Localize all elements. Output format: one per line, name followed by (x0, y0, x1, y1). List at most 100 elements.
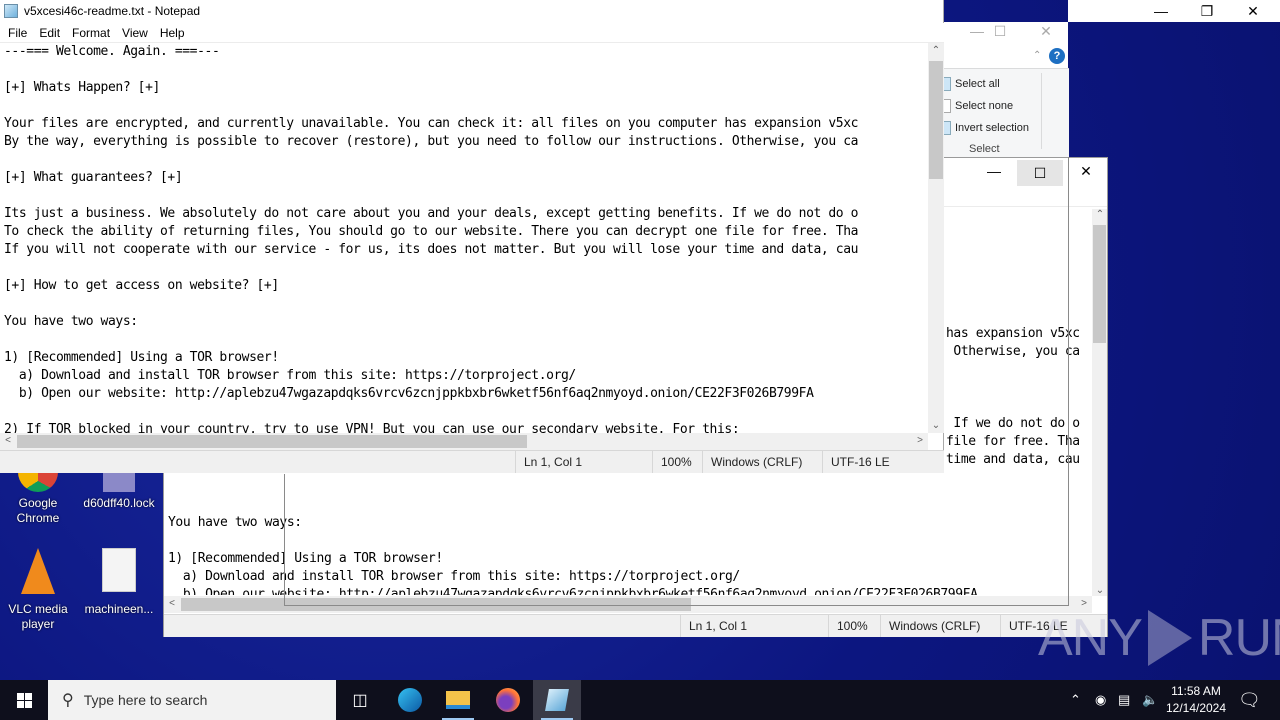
taskbar-notepad[interactable] (533, 680, 581, 720)
horizontal-scrollbar[interactable]: < > (164, 596, 1092, 613)
text-line: a) Download and install TOR browser from… (4, 368, 576, 383)
horizontal-scrollbar[interactable]: < > (0, 433, 928, 450)
scrollbar-thumb[interactable] (929, 61, 943, 179)
desktop-icon-lock-file[interactable]: d60dff40.lock (74, 470, 164, 511)
text-line: [+] Whats Happen? [+] (4, 80, 160, 95)
label: Invert selection (955, 122, 1029, 134)
text-line: By the way, everything is possible to re… (4, 134, 859, 149)
notepad-icon (545, 689, 569, 711)
invert-selection-icon (943, 121, 951, 135)
encoding: UTF-16 LE (822, 451, 944, 473)
scroll-down-icon[interactable]: ⌄ (1092, 585, 1108, 596)
desktop-icon-machine-file[interactable]: machineen... (74, 548, 164, 617)
desktop-icon-chrome[interactable]: Google Chrome (0, 470, 76, 526)
folder-icon (446, 691, 470, 709)
scrollbar-thumb[interactable] (17, 435, 527, 448)
desktop-icon-vlc[interactable]: VLC media player (0, 548, 76, 632)
maximize-button[interactable]: ☐ (977, 20, 1023, 42)
taskbar-file-explorer[interactable] (434, 680, 482, 720)
line-ending: Windows (CRLF) (880, 615, 1000, 637)
select-all-icon (943, 77, 951, 91)
tray-volume[interactable]: 🔈 (1142, 680, 1158, 720)
chrome-icon (18, 470, 58, 492)
title-bar[interactable]: v5xcesi46c-readme.txt - Notepad (0, 0, 944, 22)
task-view-button[interactable]: ◫ (336, 680, 384, 720)
clock[interactable]: 11:58 AM 12/14/2024 (1160, 683, 1232, 717)
select-all-button[interactable]: Select all (943, 75, 1000, 93)
action-center-button[interactable]: 🗨 (1238, 680, 1261, 720)
text-line: Your files are encrypted, and currently … (4, 116, 859, 131)
text-line (4, 403, 928, 421)
text-content[interactable]: ---=== Welcome. Again. ===--- [+] Whats H… (4, 43, 928, 433)
label: Select all (955, 78, 1000, 90)
menu-view[interactable]: View (116, 26, 154, 40)
vertical-scrollbar[interactable]: ⌃ ⌄ (928, 43, 944, 433)
text-line (4, 151, 928, 169)
line-ending: Windows (CRLF) (702, 451, 822, 473)
text-content[interactable]: You have two ways: 1) [Recommended] Using… (168, 478, 1088, 595)
text-line (4, 331, 928, 349)
menu-help[interactable]: Help (154, 26, 191, 40)
window-drag-outline-edge (1068, 157, 1069, 475)
text-line: To check the ability of returning files,… (4, 224, 859, 239)
scroll-down-icon[interactable]: ⌄ (928, 420, 944, 431)
taskbar-firefox[interactable] (484, 680, 532, 720)
search-box[interactable]: ⚲ Type here to search (48, 680, 336, 720)
icon-label: Google Chrome (16, 496, 60, 525)
text-content-right[interactable]: has expansion v5xc Otherwise, you ca If … (946, 217, 1092, 477)
anyrun-watermark: ANY RUN (1038, 608, 1280, 668)
notepad-window-front: v5xcesi46c-readme.txt - Notepad File Edi… (0, 0, 944, 473)
text-line: [+] How to get access on website? [+] (4, 278, 279, 293)
menu-format[interactable]: Format (66, 26, 116, 40)
collapse-ribbon-icon[interactable]: ⌃ (1033, 50, 1041, 61)
text-line: You have two ways: (4, 314, 138, 329)
taskbar-edge[interactable] (386, 680, 434, 720)
close-button[interactable]: ✕ (1230, 0, 1276, 22)
minimize-button[interactable]: — (971, 160, 1017, 182)
zoom-level: 100% (652, 451, 702, 473)
divider (1041, 73, 1042, 149)
text-line (4, 97, 928, 115)
scroll-left-icon[interactable]: < (0, 435, 16, 446)
menu-edit[interactable]: Edit (33, 26, 66, 40)
search-icon: ⚲ (62, 692, 74, 709)
select-none-button[interactable]: Select none (943, 97, 1013, 115)
tray-meet-now[interactable]: ◉ (1095, 680, 1106, 720)
cursor-position: Ln 1, Col 1 (515, 451, 652, 473)
maximize-button[interactable]: ☐ (1017, 160, 1063, 186)
minimize-button[interactable]: — (1138, 0, 1184, 22)
scroll-up-icon[interactable]: ⌃ (928, 45, 944, 56)
notepad-icon (4, 4, 18, 18)
scroll-up-icon[interactable]: ⌃ (1092, 209, 1108, 220)
menu-file[interactable]: File (2, 26, 33, 40)
scrollbar-thumb[interactable] (181, 598, 691, 611)
scroll-right-icon[interactable]: > (912, 435, 928, 446)
background-window-caption: — ❐ ✕ (1068, 0, 1280, 22)
help-icon[interactable]: ? (1049, 48, 1065, 64)
close-button[interactable]: ✕ (1063, 160, 1109, 182)
menu-bar: File Edit Format View Help (0, 23, 944, 43)
show-hidden-icons[interactable]: ⌃ (1070, 680, 1081, 720)
tray-network[interactable]: ▤ (1118, 680, 1130, 720)
edge-icon (398, 688, 422, 712)
network-icon: ▤ (1118, 692, 1131, 707)
text-line (4, 295, 928, 313)
start-button[interactable] (0, 680, 48, 720)
file-icon (103, 470, 135, 492)
close-button[interactable]: ✕ (1023, 20, 1069, 42)
play-logo-icon (1147, 610, 1192, 666)
search-placeholder: Type here to search (83, 692, 208, 708)
scrollbar-thumb[interactable] (1093, 225, 1106, 343)
watermark-left: ANY (1038, 609, 1143, 667)
icon-label: d60dff40.lock (83, 496, 155, 510)
ribbon-select-group: Select all Select none Invert selection … (941, 68, 1069, 158)
invert-selection-button[interactable]: Invert selection (943, 119, 1029, 137)
restore-button[interactable]: ❐ (1184, 0, 1230, 22)
scroll-left-icon[interactable]: < (164, 598, 180, 609)
window-title: v5xcesi46c-readme.txt - Notepad (24, 4, 201, 18)
chevron-up-icon: ⌃ (1070, 692, 1081, 707)
windows-logo-icon (16, 692, 32, 708)
clock-time: 11:58 AM (1171, 684, 1221, 698)
vertical-scrollbar[interactable]: ⌃ ⌄ (1092, 209, 1107, 596)
text-line: 1) [Recommended] Using a TOR browser! (4, 350, 279, 365)
